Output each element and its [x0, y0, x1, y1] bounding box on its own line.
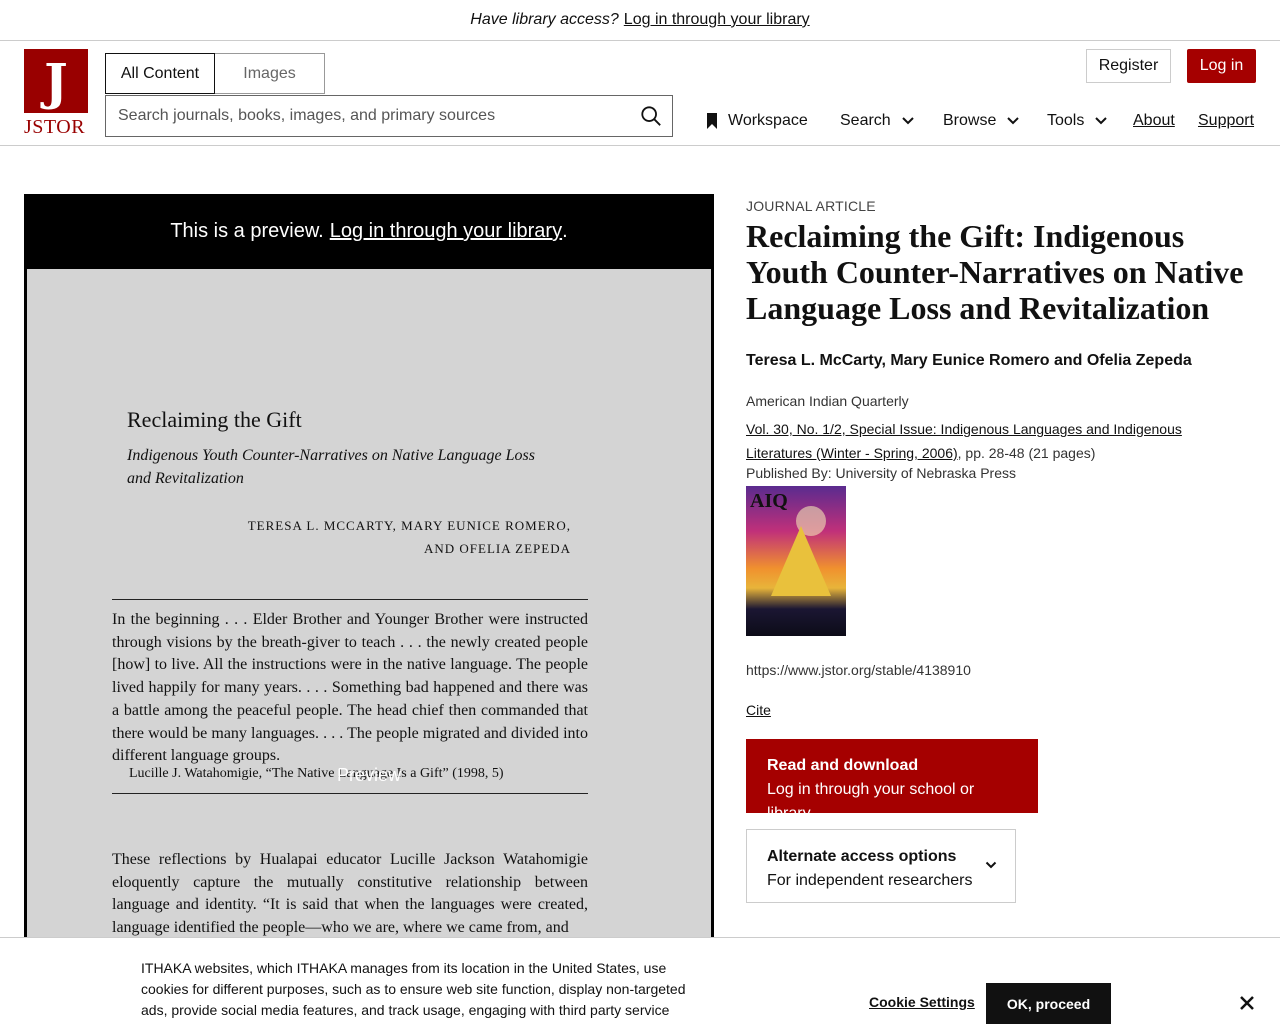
chevron-down-icon: [1095, 117, 1108, 125]
preview-notice: This is a preview. Log in through your l…: [24, 194, 714, 269]
read-and-download-button[interactable]: Read and download Log in through your sc…: [746, 739, 1038, 822]
nav-search-label: Search: [840, 112, 891, 129]
chevron-down-icon: [901, 117, 914, 125]
library-access-banner: Have library access? Log in through your…: [0, 0, 1280, 41]
preview-notice-text: This is a preview.: [170, 220, 324, 242]
preview-notice-end: .: [562, 220, 568, 242]
nav-search[interactable]: Search: [840, 109, 915, 133]
read-and-download-subtitle: Log in through your school or library: [767, 781, 975, 822]
jstor-logo-mark: J: [24, 49, 88, 113]
cookie-consent-bar: ITHAKA websites, which ITHAKA manages fr…: [0, 937, 1280, 1024]
journal-cover-image[interactable]: AIQ: [746, 486, 846, 636]
nav-tools[interactable]: Tools: [1047, 109, 1108, 133]
tab-all-content[interactable]: All Content: [105, 53, 215, 94]
alternate-access-button[interactable]: Alternate access options For independent…: [746, 829, 1016, 903]
preview-page-authors-line1: TERESA L. MCCARTY, MARY EUNICE ROMERO,: [247, 518, 571, 533]
preview-page-quote: In the beginning . . . Elder Brother and…: [112, 611, 588, 765]
preview-page-authors-line2: AND OFELIA ZEPEDA: [424, 541, 571, 556]
alternate-access-subtitle: For independent researchers: [767, 872, 973, 889]
cover-tipi-shape: [771, 526, 831, 596]
nav-support[interactable]: Support: [1198, 109, 1254, 133]
nav-browse-label: Browse: [943, 112, 997, 129]
cookie-accept-button[interactable]: OK, proceed: [986, 983, 1111, 1024]
close-icon[interactable]: [1238, 994, 1256, 1012]
alternate-access-title: Alternate access options: [767, 848, 957, 865]
bookmark-icon: [707, 113, 717, 129]
read-and-download-title: Read and download: [767, 757, 919, 774]
cookie-settings-link[interactable]: Cookie Settings: [869, 994, 975, 1010]
preview-frame: Reclaiming the Gift Indigenous Youth Cou…: [24, 269, 714, 949]
article-title: Reclaiming the Gift: Indigenous Youth Co…: [746, 218, 1244, 326]
search-scope-tabs: All Content Images: [105, 53, 325, 94]
search-box: [105, 95, 673, 137]
stable-url: https://www.jstor.org/stable/4138910: [746, 662, 971, 678]
jstor-logo[interactable]: J JSTOR: [24, 49, 90, 139]
page-range: , pp. 28-48 (21 pages): [957, 445, 1096, 461]
nav-tools-label: Tools: [1047, 112, 1085, 129]
preview-page-image: Reclaiming the Gift Indigenous Youth Cou…: [27, 269, 711, 949]
cover-title: AIQ: [750, 490, 788, 512]
tab-images[interactable]: Images: [215, 53, 325, 94]
publisher: Published By: University of Nebraska Pre…: [746, 465, 1016, 481]
nav-about[interactable]: About: [1133, 109, 1175, 133]
login-button[interactable]: Log in: [1187, 49, 1256, 83]
library-access-question: Have library access?: [470, 11, 619, 28]
register-button[interactable]: Register: [1086, 49, 1171, 83]
preview-page-authors: TERESA L. MCCARTY, MARY EUNICE ROMERO, A…: [248, 514, 571, 560]
preview-library-login-link[interactable]: Log in through your library: [330, 220, 562, 243]
content-type-label: JOURNAL ARTICLE: [746, 198, 876, 214]
issue-info: Vol. 30, No. 1/2, Special Issue: Indigen…: [746, 417, 1246, 465]
search-icon[interactable]: [640, 105, 662, 127]
site-header: J JSTOR All Content Images Register Log …: [0, 41, 1280, 146]
chevron-down-icon: [1007, 117, 1020, 125]
nav-browse[interactable]: Browse: [943, 109, 1020, 133]
journal-name: American Indian Quarterly: [746, 393, 909, 409]
article-authors: Teresa L. McCarty, Mary Eunice Romero an…: [746, 352, 1192, 369]
library-login-link[interactable]: Log in through your library: [624, 11, 810, 29]
cookie-message: ITHAKA websites, which ITHAKA manages fr…: [141, 960, 686, 1018]
jstor-logo-text: JSTOR: [24, 116, 86, 138]
preview-rule-bottom: [112, 793, 588, 794]
preview-watermark: Preview: [336, 765, 402, 785]
chevron-down-icon: [985, 861, 997, 869]
preview-page-subtitle: Indigenous Youth Counter-Narratives on N…: [127, 447, 535, 487]
jstor-logo-glyph: J: [44, 51, 68, 111]
nav-workspace[interactable]: Workspace: [706, 109, 808, 133]
preview-page-body: These reflections by Hualapai educator L…: [112, 851, 588, 937]
search-input[interactable]: [106, 96, 626, 136]
cite-link[interactable]: Cite: [746, 702, 771, 718]
nav-workspace-label: Workspace: [728, 112, 808, 129]
preview-rule-top: [112, 599, 588, 600]
preview-page-title: Reclaiming the Gift: [127, 407, 302, 432]
